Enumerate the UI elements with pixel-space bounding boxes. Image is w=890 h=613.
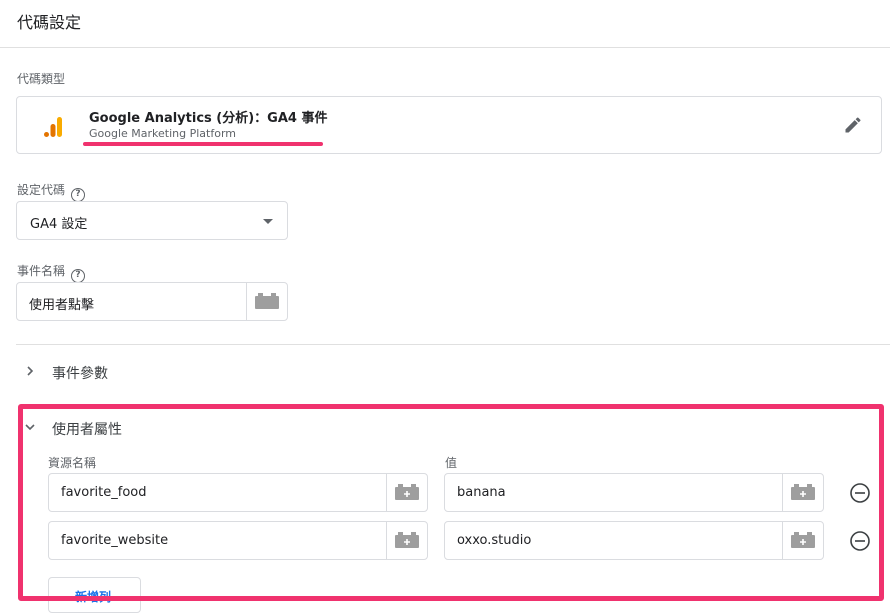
- chevron-right-icon: [27, 366, 34, 376]
- tag-type-label: 代碼類型: [17, 72, 66, 86]
- config-tag-value: GA4 設定: [30, 217, 88, 232]
- config-tag-select[interactable]: GA4 設定: [16, 201, 288, 240]
- event-name-value: 使用者點擊: [29, 298, 95, 313]
- variable-brick-icon: [255, 293, 279, 309]
- help-icon[interactable]: ?: [71, 269, 86, 283]
- google-analytics-logo-icon: [44, 117, 62, 137]
- caret-down-icon: [263, 219, 273, 224]
- variable-picker-button[interactable]: [246, 283, 287, 320]
- page-title: 代碼設定: [17, 13, 82, 32]
- event-name-label-text: 事件名稱: [17, 264, 66, 278]
- pencil-icon[interactable]: [843, 115, 863, 135]
- page-header: 代碼設定: [0, 0, 890, 48]
- config-tag-label-text: 設定代碼: [17, 183, 66, 197]
- highlight-underline: [83, 142, 323, 146]
- help-icon[interactable]: ?: [71, 188, 86, 202]
- event-name-field[interactable]: 使用者點擊: [16, 282, 288, 321]
- config-tag-label: 設定代碼?: [17, 181, 86, 202]
- tag-type-subtitle: Google Marketing Platform: [89, 127, 236, 140]
- divider: [16, 344, 890, 345]
- highlight-box: [18, 404, 884, 601]
- tag-type-title: Google Analytics (分析)：GA4 事件: [89, 111, 328, 126]
- event-params-toggle[interactable]: 事件參數: [16, 363, 216, 382]
- tag-type-card[interactable]: Google Analytics (分析)：GA4 事件 Google Mark…: [16, 96, 882, 154]
- event-name-label: 事件名稱?: [17, 262, 86, 283]
- event-params-label: 事件參數: [52, 366, 108, 382]
